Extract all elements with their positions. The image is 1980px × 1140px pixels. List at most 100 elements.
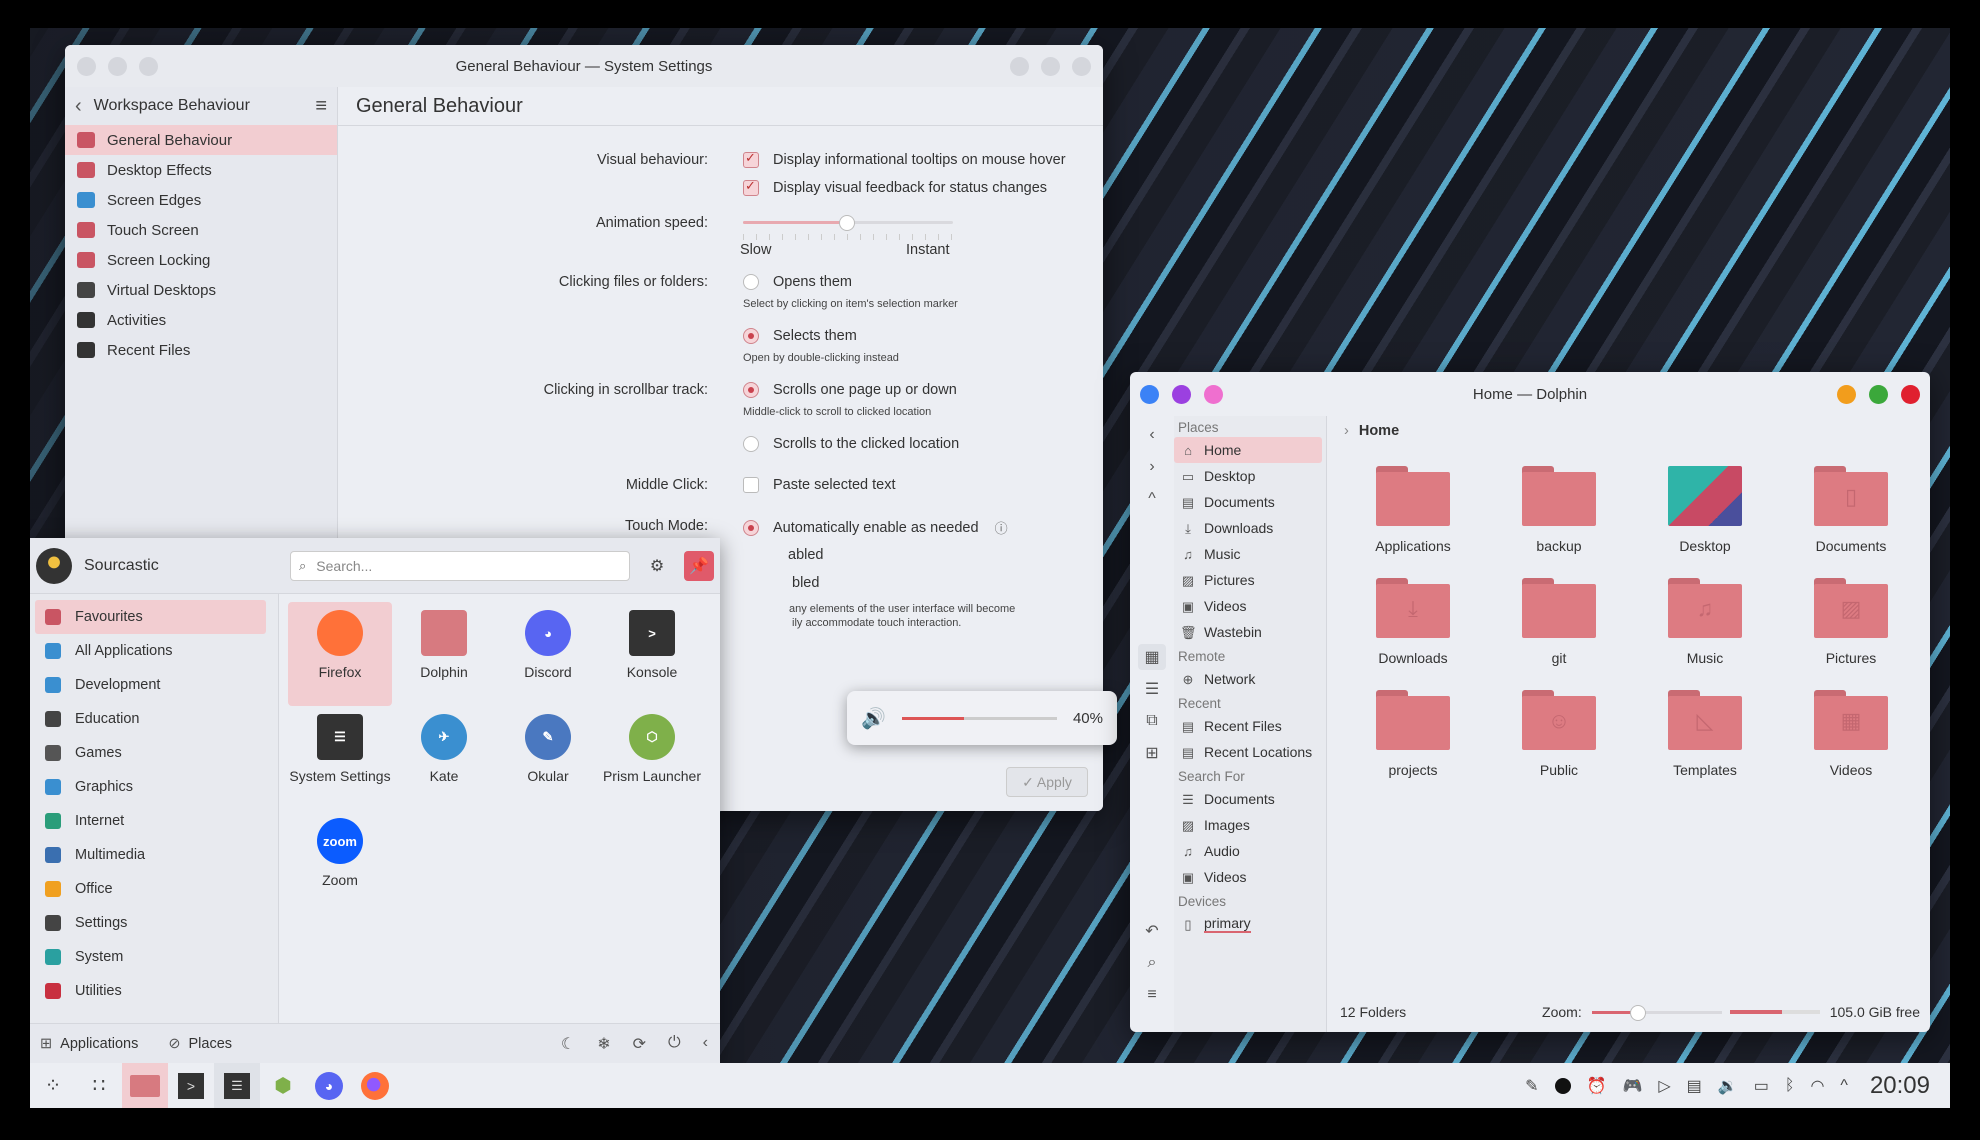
category-item[interactable]: Development [35,668,266,702]
pen-icon[interactable]: ✎ [1525,1076,1538,1096]
app-tile[interactable]: ☰ System Settings [288,706,392,810]
folder-item[interactable]: ▯ Documents [1778,466,1924,578]
notifications-icon[interactable]: ⏰ [1587,1076,1607,1096]
category-item[interactable]: Multimedia [35,838,266,872]
folder-item[interactable]: ⤓ Downloads [1340,578,1486,690]
icons-view-icon[interactable]: ▦ [1138,644,1166,670]
sidebar-item[interactable]: Activities [65,305,337,335]
breadcrumb[interactable]: › Home [1330,416,1930,446]
configure-icon[interactable]: ⚙ [642,551,672,581]
more-icon[interactable]: ‹ [703,1034,708,1054]
shutdown-icon[interactable]: ⏻ [668,1034,681,1054]
category-item[interactable]: Games [35,736,266,770]
category-item[interactable]: Office [35,872,266,906]
info-icon[interactable]: ⓘ [995,518,1008,537]
menu-icon[interactable]: ≡ [1138,982,1166,1008]
app-tile[interactable]: ✈ Kate [392,706,496,810]
sidebar-item[interactable]: Screen Edges [65,185,337,215]
places-item[interactable]: ⤓ Downloads [1174,515,1322,541]
battery-icon[interactable]: ▭ [1754,1076,1769,1096]
places-item[interactable]: ⊕ Network [1174,666,1322,692]
minimize-button[interactable] [1010,56,1029,76]
category-item[interactable]: Education [35,702,266,736]
task-firefox[interactable] [352,1063,398,1108]
folder-item[interactable]: ▦ Videos [1778,690,1924,802]
sidebar-item[interactable]: Desktop Effects [65,155,337,185]
places-item[interactable]: ♫ Music [1174,541,1322,567]
sidebar-item[interactable]: Touch Screen [65,215,337,245]
folder-item[interactable]: ♫ Music [1632,578,1778,690]
places-item[interactable]: ▨ Pictures [1174,567,1322,593]
tooltips-checkbox[interactable] [743,150,759,168]
maximize-button[interactable] [1041,56,1060,76]
launcher-search-input[interactable]: ⌕ Search... [290,550,630,581]
pin-icon[interactable]: 📌 [684,550,714,581]
task-system-settings[interactable]: ☰ [214,1063,260,1108]
scroll-location-radio[interactable] [743,436,759,452]
apply-button[interactable]: ✓ Apply [1006,767,1088,797]
places-item[interactable]: ▣ Videos [1174,593,1322,619]
new-tab-icon[interactable]: ⊞ [1138,740,1166,766]
back-icon[interactable]: ‹ [1138,422,1166,448]
restart-icon[interactable]: ⟳ [633,1034,646,1054]
feedback-checkbox[interactable] [743,178,759,196]
sidebar-item[interactable]: Screen Locking [65,245,337,275]
app-tile[interactable]: ⬡ Prism Launcher [600,706,704,810]
app-tile[interactable]: Firefox [288,602,392,706]
folder-item[interactable]: git [1486,578,1632,690]
category-item[interactable]: Internet [35,804,266,838]
search-icon[interactable]: ⌕ [1138,950,1166,976]
task-konsole[interactable]: > [168,1063,214,1108]
places-tab[interactable]: ⊘ Places [168,1036,232,1052]
sleep-icon[interactable]: ☾ [561,1034,575,1054]
folder-item[interactable]: Applications [1340,466,1486,578]
clock[interactable]: 20:09 [1870,1072,1930,1100]
sidebar-item[interactable]: Recent Files [65,335,337,365]
folder-item[interactable]: ☺ Public [1486,690,1632,802]
sidebar-item[interactable]: Virtual Desktops [65,275,337,305]
category-item[interactable]: Settings [35,906,266,940]
places-item[interactable]: ▣ Videos [1174,864,1322,890]
selects-them-radio[interactable] [743,328,759,344]
volume-icon[interactable]: 🔉 [1718,1076,1738,1096]
places-item[interactable]: ☰ Documents [1174,786,1322,812]
animation-speed-slider[interactable] [743,212,953,232]
places-item[interactable]: ▯ primary [1174,911,1322,937]
user-avatar[interactable] [36,547,72,584]
app-tile[interactable]: ◕ Discord [496,602,600,706]
window-button[interactable] [139,56,158,76]
touch-auto-radio[interactable] [743,519,759,536]
app-tile[interactable]: > Konsole [600,602,704,706]
places-item[interactable]: ▨ Images [1174,812,1322,838]
places-item[interactable]: 🗑 Wastebin [1174,619,1322,645]
clipboard-icon[interactable]: ▤ [1687,1076,1702,1096]
dolphin-titlebar[interactable]: Home — Dolphin [1130,372,1930,416]
color-dot-icon[interactable] [1554,1077,1571,1094]
folder-item[interactable]: projects [1340,690,1486,802]
opens-them-radio[interactable] [743,274,759,290]
back-arrow-icon[interactable]: ‹ [75,95,82,118]
wifi-icon[interactable]: ◠ [1810,1076,1824,1096]
pager-icon[interactable]: ∷ [76,1063,122,1108]
bluetooth-icon[interactable]: ᛒ [1785,1077,1795,1095]
places-item[interactable]: ▤ Documents [1174,489,1322,515]
folder-item[interactable]: Desktop [1632,466,1778,578]
hibernate-icon[interactable]: ❄ [597,1034,610,1054]
places-item[interactable]: ♫ Audio [1174,838,1322,864]
category-item[interactable]: Favourites [35,600,266,634]
app-tile[interactable]: ✎ Okular [496,706,600,810]
gamepad-icon[interactable]: 🎮 [1622,1076,1642,1096]
category-item[interactable]: All Applications [35,634,266,668]
places-item[interactable]: ▤ Recent Locations [1174,739,1322,765]
task-discord[interactable]: ◕ [306,1063,352,1108]
applications-tab[interactable]: ⊞ Applications [40,1036,138,1052]
settings-titlebar[interactable]: General Behaviour — System Settings [65,45,1103,87]
up-icon[interactable]: ^ [1138,486,1166,512]
places-item[interactable]: ⌂ Home [1174,437,1322,463]
scroll-page-radio[interactable] [743,382,759,398]
category-item[interactable]: System [35,940,266,974]
app-tile[interactable]: Dolphin [392,602,496,706]
category-item[interactable]: Utilities [35,974,266,1008]
task-dolphin[interactable] [122,1063,168,1108]
details-view-icon[interactable]: ☰ [1138,676,1166,702]
